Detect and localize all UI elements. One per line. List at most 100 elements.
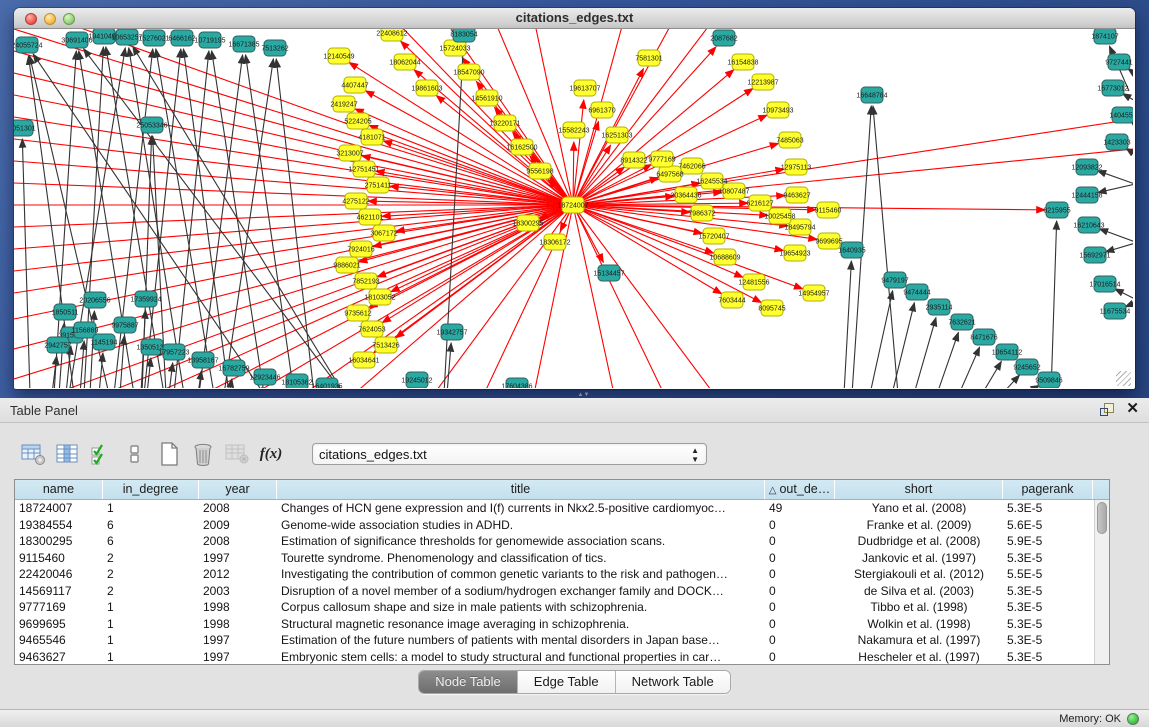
table-cell[interactable]: 2 <box>103 583 199 600</box>
table-cell[interactable]: Genome-wide association studies in ADHD. <box>277 517 765 534</box>
table-cell[interactable]: Estimation of the future numbers of pati… <box>277 632 765 649</box>
table-cell[interactable]: 1 <box>103 616 199 633</box>
window-titlebar[interactable]: citations_edges.txt <box>14 8 1135 29</box>
table-cell[interactable]: 22420046 <box>15 566 103 583</box>
table-cell[interactable]: 9463627 <box>15 649 103 665</box>
tab-network-table[interactable]: Network Table <box>616 671 730 693</box>
panel-divider-handle[interactable]: ▲▼ <box>575 393 593 398</box>
column-header-year[interactable]: year <box>199 480 277 499</box>
table-cell[interactable]: Embryonic stem cells: a model to study s… <box>277 649 765 665</box>
table-cell[interactable]: 5.3E-5 <box>1003 583 1093 600</box>
create-column-button[interactable] <box>154 439 184 469</box>
table-cell[interactable]: 1998 <box>199 616 277 633</box>
table-cell[interactable]: 49 <box>765 500 835 517</box>
table-cell[interactable]: 0 <box>765 550 835 567</box>
select-all-columns-button[interactable] <box>86 439 116 469</box>
close-panel-icon[interactable]: ✕ <box>1126 402 1139 416</box>
column-header-title[interactable]: title <box>277 480 765 499</box>
table-cell[interactable]: 5.3E-5 <box>1003 649 1093 665</box>
table-cell[interactable]: 2003 <box>199 583 277 600</box>
table-cell[interactable]: 18300295 <box>15 533 103 550</box>
table-cell[interactable]: 0 <box>765 533 835 550</box>
table-cell[interactable]: 5.5E-5 <box>1003 566 1093 583</box>
table-row[interactable]: 1938455462009Genome-wide association stu… <box>15 517 1094 534</box>
column-visibility-button[interactable] <box>52 439 82 469</box>
column-header-short[interactable]: short <box>835 480 1003 499</box>
table-cell[interactable]: 9465546 <box>15 632 103 649</box>
table-cell[interactable]: 1 <box>103 632 199 649</box>
table-cell[interactable]: 0 <box>765 616 835 633</box>
table-cell[interactable]: 1 <box>103 649 199 665</box>
table-cell[interactable]: 9777169 <box>15 599 103 616</box>
table-cell[interactable]: Tourette syndrome. Phenomenology and cla… <box>277 550 765 567</box>
table-cell[interactable]: de Silva et al. (2003) <box>835 583 1003 600</box>
table-cell[interactable]: 18724007 <box>15 500 103 517</box>
function-builder-button[interactable]: f(x) <box>256 439 286 469</box>
table-cell[interactable]: 1997 <box>199 550 277 567</box>
table-cell[interactable]: Hescheler et al. (1997) <box>835 649 1003 665</box>
table-cell[interactable]: Estimation of significance thresholds fo… <box>277 533 765 550</box>
column-header-in_degree[interactable]: in_degree <box>103 480 199 499</box>
table-row[interactable]: 946554611997Estimation of the future num… <box>15 632 1094 649</box>
tab-edge-table[interactable]: Edge Table <box>518 671 616 693</box>
table-cell[interactable]: Structural magnetic resonance image aver… <box>277 616 765 633</box>
table-selector-dropdown[interactable]: citations_edges.txt ▲▼ <box>312 443 707 465</box>
table-mode-button[interactable] <box>18 439 48 469</box>
table-cell[interactable]: 0 <box>765 632 835 649</box>
table-cell[interactable]: 5.3E-5 <box>1003 632 1093 649</box>
table-cell[interactable]: 19384554 <box>15 517 103 534</box>
float-panel-icon[interactable] <box>1100 402 1114 416</box>
table-cell[interactable]: Tibbo et al. (1998) <box>835 599 1003 616</box>
table-cell[interactable]: Corpus callosum shape and size in male p… <box>277 599 765 616</box>
table-row[interactable]: 2242004622012Investigating the contribut… <box>15 566 1094 583</box>
table-row[interactable]: 1456911722003Disruption of a novel membe… <box>15 583 1094 600</box>
table-cell[interactable]: 2012 <box>199 566 277 583</box>
table-cell[interactable]: 0 <box>765 599 835 616</box>
table-cell[interactable]: 2008 <box>199 500 277 517</box>
table-cell[interactable]: 2009 <box>199 517 277 534</box>
table-cell[interactable]: Jankovic et al. (1997) <box>835 550 1003 567</box>
table-cell[interactable]: Investigating the contribution of common… <box>277 566 765 583</box>
table-cell[interactable]: 0 <box>765 583 835 600</box>
table-cell[interactable]: 2 <box>103 550 199 567</box>
table-cell[interactable]: 1 <box>103 500 199 517</box>
table-cell[interactable]: 1 <box>103 599 199 616</box>
table-cell[interactable]: Yano et al. (2008) <box>835 500 1003 517</box>
zoom-window-icon[interactable] <box>63 13 75 25</box>
table-cell[interactable]: 6 <box>103 533 199 550</box>
table-cell[interactable]: 5.3E-5 <box>1003 616 1093 633</box>
table-cell[interactable]: Dudbridge et al. (2008) <box>835 533 1003 550</box>
table-cell[interactable]: 0 <box>765 517 835 534</box>
table-cell[interactable]: 6 <box>103 517 199 534</box>
minimize-window-icon[interactable] <box>44 13 56 25</box>
column-header-out_de[interactable]: △out_de… <box>765 480 835 499</box>
table-row[interactable]: 1830029562008Estimation of significance … <box>15 533 1094 550</box>
table-cell[interactable]: Franke et al. (2009) <box>835 517 1003 534</box>
table-cell[interactable]: 5.3E-5 <box>1003 500 1093 517</box>
table-cell[interactable]: 5.6E-5 <box>1003 517 1093 534</box>
network-canvas[interactable]: 1872400712140549440744722408612180620441… <box>14 29 1133 388</box>
column-header-name[interactable]: name <box>15 480 103 499</box>
table-cell[interactable]: Wolkin et al. (1998) <box>835 616 1003 633</box>
table-cell[interactable]: 5.3E-5 <box>1003 599 1093 616</box>
table-cell[interactable]: 1997 <box>199 649 277 665</box>
table-cell[interactable]: 5.3E-5 <box>1003 550 1093 567</box>
table-cell[interactable]: Disruption of a novel member of a sodium… <box>277 583 765 600</box>
close-window-icon[interactable] <box>25 13 37 25</box>
table-vertical-scrollbar[interactable] <box>1094 500 1109 664</box>
table-row[interactable]: 969969511998Structural magnetic resonanc… <box>15 616 1094 633</box>
table-row[interactable]: 1872400712008Changes of HCN gene express… <box>15 500 1094 517</box>
row-height-button[interactable] <box>120 439 150 469</box>
table-cell[interactable]: 0 <box>765 649 835 665</box>
table-row[interactable]: 977716911998Corpus callosum shape and si… <box>15 599 1094 616</box>
table-cell[interactable]: 14569117 <box>15 583 103 600</box>
delete-columns-button[interactable] <box>188 439 218 469</box>
scrollbar-thumb[interactable] <box>1097 502 1107 534</box>
table-row[interactable]: 911546021997Tourette syndrome. Phenomeno… <box>15 550 1094 567</box>
table-cell[interactable]: 1997 <box>199 632 277 649</box>
table-row[interactable]: 946362711997Embryonic stem cells: a mode… <box>15 649 1094 665</box>
table-cell[interactable]: Nakamura et al. (1997) <box>835 632 1003 649</box>
table-cell[interactable]: 9699695 <box>15 616 103 633</box>
window-resize-grip[interactable] <box>1116 371 1131 386</box>
table-cell[interactable]: 9115460 <box>15 550 103 567</box>
